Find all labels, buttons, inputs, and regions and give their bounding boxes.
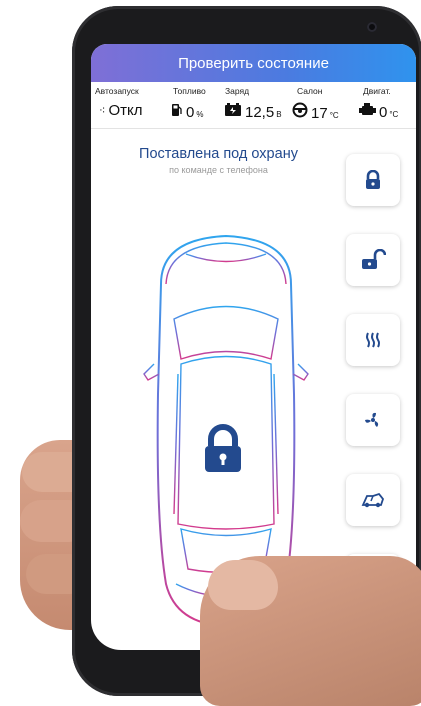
trunk-button[interactable] [346,474,400,526]
check-status-label: Проверить состояние [178,54,329,72]
fuel-unit: % [196,110,204,119]
center-lock-icon[interactable] [199,424,247,474]
fan-icon [365,412,379,427]
autostart-value[interactable]: ⁖ Откл [99,102,142,119]
armed-status-subtitle: по команде с телефона [169,165,268,175]
thumbnail [208,560,278,610]
divider [91,128,416,129]
fuel-value: 0 % [171,102,203,121]
trunk-icon [361,492,385,508]
front-camera [367,22,377,32]
engine-icon [359,102,376,121]
label-autostart: Автозапуск [95,86,139,96]
cabin-text: 17 [311,105,328,122]
battery-icon [224,102,242,121]
charge-text: 12,5 [245,104,275,121]
autostart-text: Откл [108,102,143,119]
label-cabin: Салон [297,86,323,96]
check-status-button[interactable]: Проверить состояние [91,44,416,82]
fuel-text: 0 [186,104,195,121]
heater-button[interactable] [346,314,400,366]
unlock-button[interactable] [346,234,400,286]
lock-icon [366,170,380,189]
fuel-icon [171,102,183,121]
cabin-value: 17 °C [292,102,339,122]
engine-unit: °C [389,110,399,119]
armed-status-title: Поставлена под охрану [139,146,298,162]
steering-wheel-icon [292,102,308,122]
engine-value: 0 °C [359,102,398,121]
label-fuel: Топливо [173,86,206,96]
engine-text: 0 [379,104,388,121]
info-values: ⁖ Откл 0 % 12,5 В 17 °C 0 °C [91,102,416,124]
fan-button[interactable] [346,394,400,446]
charge-unit: В [276,110,282,119]
label-engine: Двигат. [363,86,391,96]
cabin-unit: °C [329,111,339,120]
lock-button[interactable] [346,154,400,206]
heater-icon [366,332,380,348]
unlock-icon [362,249,386,269]
label-charge: Заряд [225,86,250,96]
autostart-icon: ⁖ [99,105,106,117]
info-labels: Автозапуск Топливо Заряд Салон Двигат. [91,86,416,100]
charge-value: 12,5 В [224,102,282,121]
